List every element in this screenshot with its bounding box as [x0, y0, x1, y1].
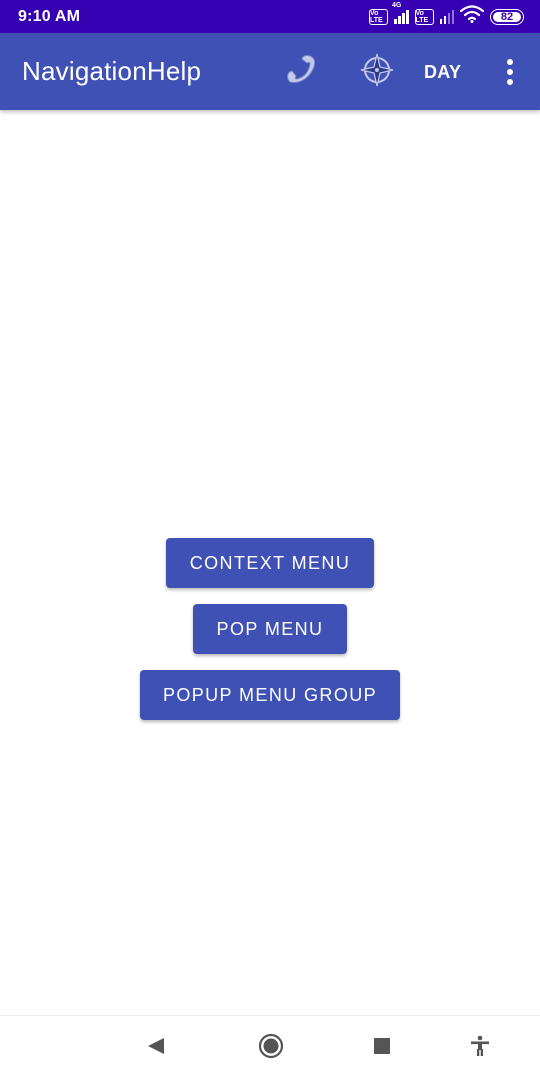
app-title: NavigationHelp — [22, 56, 202, 86]
status-time: 9:10 AM — [18, 7, 81, 25]
phone-action-button[interactable] — [282, 53, 320, 91]
compass-icon — [359, 52, 395, 93]
popup-menu-group-button[interactable]: POPUP MENU GROUP — [140, 670, 400, 720]
compass-action-button[interactable] — [358, 53, 396, 91]
app-bar: NavigationHelp DAY — [0, 33, 540, 110]
wifi-icon — [459, 5, 485, 28]
signal-icon-2 — [439, 9, 454, 24]
more-vert-icon — [507, 59, 513, 65]
recents-icon — [373, 1037, 391, 1060]
volte-icon-2: Vo LTE — [414, 8, 434, 25]
pop-menu-button[interactable]: POP MENU — [193, 604, 347, 654]
home-button[interactable] — [255, 1032, 287, 1064]
battery-icon: 82 — [490, 8, 524, 25]
signal-icon: 4G — [392, 2, 409, 24]
phone-icon — [283, 52, 319, 93]
screen: 9:10 AM Vo LTE 4G Vo LTE 82 NavigationHe… — [0, 0, 540, 1080]
battery-level: 82 — [500, 10, 514, 23]
back-icon — [146, 1036, 166, 1061]
volte-label: Vo LTE — [370, 10, 383, 24]
context-menu-button[interactable]: CONTEXT MENU — [166, 538, 374, 588]
home-icon — [258, 1033, 284, 1064]
recents-button[interactable] — [366, 1032, 398, 1064]
navigation-bar — [0, 1015, 540, 1080]
back-button[interactable] — [140, 1032, 172, 1064]
network-type-label: 4G — [392, 1, 402, 9]
overflow-menu-button[interactable] — [498, 55, 522, 89]
day-action-button[interactable]: DAY — [424, 59, 461, 85]
status-icons: Vo LTE 4G Vo LTE 82 — [369, 2, 524, 28]
accessibility-button[interactable] — [464, 1032, 496, 1064]
volte-label-2: Vo LTE — [415, 10, 429, 24]
volte-icon: Vo LTE — [369, 8, 388, 25]
accessibility-icon — [469, 1035, 491, 1062]
status-bar: 9:10 AM Vo LTE 4G Vo LTE 82 — [0, 0, 540, 33]
